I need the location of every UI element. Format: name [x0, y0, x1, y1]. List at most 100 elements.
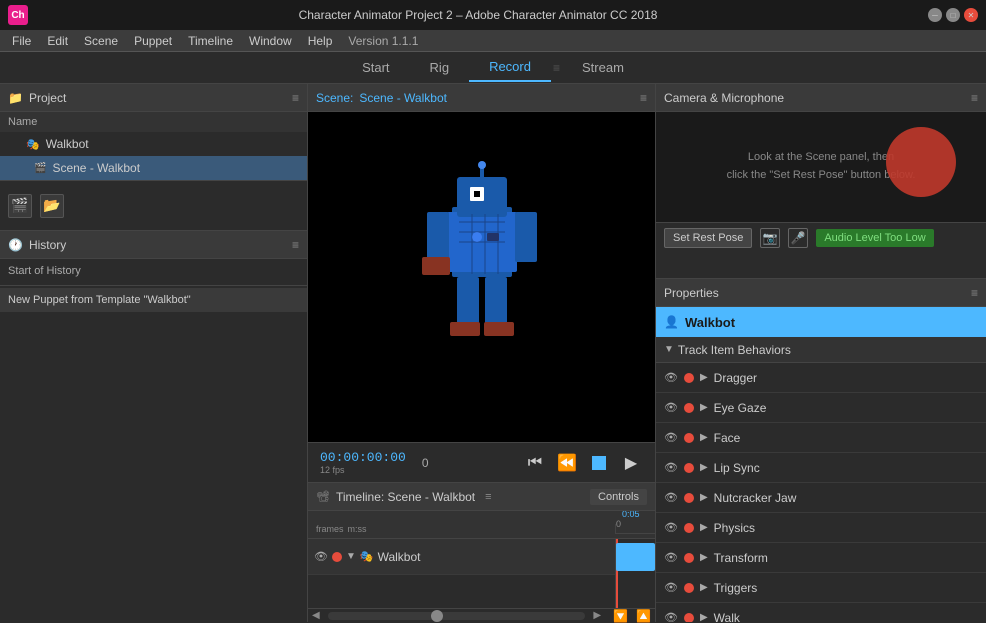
eye-gaze-expand-arrow[interactable]: ▶	[700, 402, 708, 413]
scroll-zoom-in[interactable]: 🔼	[636, 609, 651, 623]
nutcracker-jaw-expand-arrow[interactable]: ▶	[700, 492, 708, 503]
scroll-left-arrow[interactable]: ◀	[312, 610, 320, 621]
behavior-transform[interactable]: 👁 ▶ Transform	[656, 543, 986, 573]
right-panel: Camera & Microphone ≡ Look at the Scene …	[656, 84, 986, 622]
close-button[interactable]: ✕	[964, 8, 978, 22]
behavior-lip-sync[interactable]: 👁 ▶ Lip Sync	[656, 453, 986, 483]
eye-gaze-record-dot[interactable]	[684, 403, 694, 413]
menu-puppet[interactable]: Puppet	[126, 32, 180, 50]
physics-visibility-icon[interactable]: 👁	[664, 521, 678, 534]
walk-expand-arrow[interactable]: ▶	[700, 612, 708, 622]
face-record-dot[interactable]	[684, 433, 694, 443]
project-panel: 📁 Project ≡ Name 🎭 Walkbot 🎬 Scene - Wal…	[0, 84, 307, 181]
menu-scene[interactable]: Scene	[76, 32, 126, 50]
step-back-button[interactable]: ⏪	[555, 451, 579, 475]
project-menu-icon[interactable]: ≡	[292, 91, 299, 105]
set-rest-pose-button[interactable]: Set Rest Pose	[664, 228, 752, 248]
transform-expand-arrow[interactable]: ▶	[700, 552, 708, 563]
behavior-dragger[interactable]: 👁 ▶ Dragger	[656, 363, 986, 393]
play-button[interactable]: ▶	[619, 451, 643, 475]
dragger-visibility-icon[interactable]: 👁	[664, 371, 678, 384]
lip-sync-label: Lip Sync	[714, 461, 760, 475]
history-new-puppet-item[interactable]: New Puppet from Template "Walkbot"	[0, 288, 307, 312]
dragger-record-dot[interactable]	[684, 373, 694, 383]
tab-start[interactable]: Start	[342, 54, 409, 81]
project-item-walkbot[interactable]: 🎭 Walkbot	[0, 132, 307, 156]
behaviors-expand-icon[interactable]: ▼	[664, 344, 674, 355]
scroll-track[interactable]	[328, 612, 586, 620]
timeline-menu-icon[interactable]: ≡	[485, 491, 491, 503]
ruler-label-area: frames m:ss	[308, 524, 616, 534]
physics-record-dot[interactable]	[684, 523, 694, 533]
scene-menu-icon[interactable]: ≡	[640, 91, 647, 105]
behavior-physics[interactable]: 👁 ▶ Physics	[656, 513, 986, 543]
tab-bar: Start Rig Record ≡ Stream	[0, 52, 986, 84]
ruler-tick-005: 0:05	[622, 511, 640, 519]
scroll-right-arrow[interactable]: ▶	[593, 610, 601, 621]
timeline-tracks: 👁 ▼ 🎭 Walkbot	[308, 539, 655, 608]
lip-sync-record-dot[interactable]	[684, 463, 694, 473]
walk-visibility-icon[interactable]: 👁	[664, 611, 678, 622]
properties-menu-icon[interactable]: ≡	[971, 286, 978, 300]
physics-expand-arrow[interactable]: ▶	[700, 522, 708, 533]
history-menu-icon[interactable]: ≡	[292, 238, 299, 252]
nutcracker-jaw-record-dot[interactable]	[684, 493, 694, 503]
history-divider	[0, 285, 307, 286]
scroll-zoom-out[interactable]: 🔽	[613, 609, 628, 623]
behavior-walk[interactable]: 👁 ▶ Walk	[656, 603, 986, 622]
new-item-button[interactable]: 🎬	[8, 194, 32, 218]
minimize-button[interactable]: ─	[928, 8, 942, 22]
track-expand-arrow[interactable]: ▼	[346, 551, 356, 562]
dragger-expand-arrow[interactable]: ▶	[700, 372, 708, 383]
project-panel-header: 📁 Project ≡	[0, 84, 307, 112]
timeline-clip[interactable]	[616, 543, 655, 571]
stop-button[interactable]	[587, 451, 611, 475]
controls-tab-button[interactable]: Controls	[590, 489, 647, 505]
triggers-visibility-icon[interactable]: 👁	[664, 581, 678, 594]
timecode-display: 00:00:00:00	[320, 450, 406, 465]
triggers-record-dot[interactable]	[684, 583, 694, 593]
menu-help[interactable]: Help	[300, 32, 341, 50]
project-item-scene[interactable]: 🎬 Scene - Walkbot	[0, 156, 307, 180]
menu-window[interactable]: Window	[241, 32, 300, 50]
menu-timeline[interactable]: Timeline	[180, 32, 241, 50]
behavior-triggers[interactable]: 👁 ▶ Triggers	[656, 573, 986, 603]
transform-visibility-icon[interactable]: 👁	[664, 551, 678, 564]
face-visibility-icon[interactable]: 👁	[664, 431, 678, 444]
behavior-eye-gaze[interactable]: 👁 ▶ Eye Gaze	[656, 393, 986, 423]
camera-title-label: Camera & Microphone	[664, 91, 784, 105]
tab-stream[interactable]: Stream	[562, 54, 644, 81]
history-panel: 🕐 History ≡ Start of History New Puppet …	[0, 231, 307, 622]
tab-rig[interactable]: Rig	[410, 54, 470, 81]
triggers-expand-arrow[interactable]: ▶	[700, 582, 708, 593]
eye-gaze-visibility-icon[interactable]: 👁	[664, 401, 678, 414]
track-visibility-icon[interactable]: 👁	[314, 550, 328, 563]
folder-button[interactable]: 📂	[40, 194, 64, 218]
transform-record-dot[interactable]	[684, 553, 694, 563]
behavior-nutcracker-jaw[interactable]: 👁 ▶ Nutcracker Jaw	[656, 483, 986, 513]
track-timeline-area[interactable]	[616, 539, 655, 608]
camera-menu-icon[interactable]: ≡	[971, 91, 978, 105]
camera-icon[interactable]: 📷	[760, 228, 780, 248]
behavior-face[interactable]: 👁 ▶ Face	[656, 423, 986, 453]
lip-sync-expand-arrow[interactable]: ▶	[700, 462, 708, 473]
properties-title-label: Properties	[664, 286, 719, 300]
nutcracker-jaw-visibility-icon[interactable]: 👁	[664, 491, 678, 504]
fps-label: 12 fps	[320, 465, 406, 475]
walkbot-selected-row[interactable]: 👤 Walkbot	[656, 307, 986, 337]
tab-record[interactable]: Record	[469, 53, 551, 82]
face-expand-arrow[interactable]: ▶	[700, 432, 708, 443]
maximize-button[interactable]: □	[946, 8, 960, 22]
scroll-knob[interactable]	[431, 610, 443, 622]
track-name-label: Walkbot	[378, 550, 421, 564]
microphone-icon[interactable]: 🎤	[788, 228, 808, 248]
camera-preview-area: Look at the Scene panel, then click the …	[656, 112, 986, 222]
puppet-icon: 🎭	[26, 138, 40, 151]
menu-edit[interactable]: Edit	[39, 32, 76, 50]
track-record-dot[interactable]	[332, 552, 342, 562]
menu-file[interactable]: File	[4, 32, 39, 50]
lip-sync-visibility-icon[interactable]: 👁	[664, 461, 678, 474]
window-controls: ─ □ ✕	[928, 8, 978, 22]
go-to-start-button[interactable]: ⏮	[523, 451, 547, 475]
walk-record-dot[interactable]	[684, 613, 694, 623]
